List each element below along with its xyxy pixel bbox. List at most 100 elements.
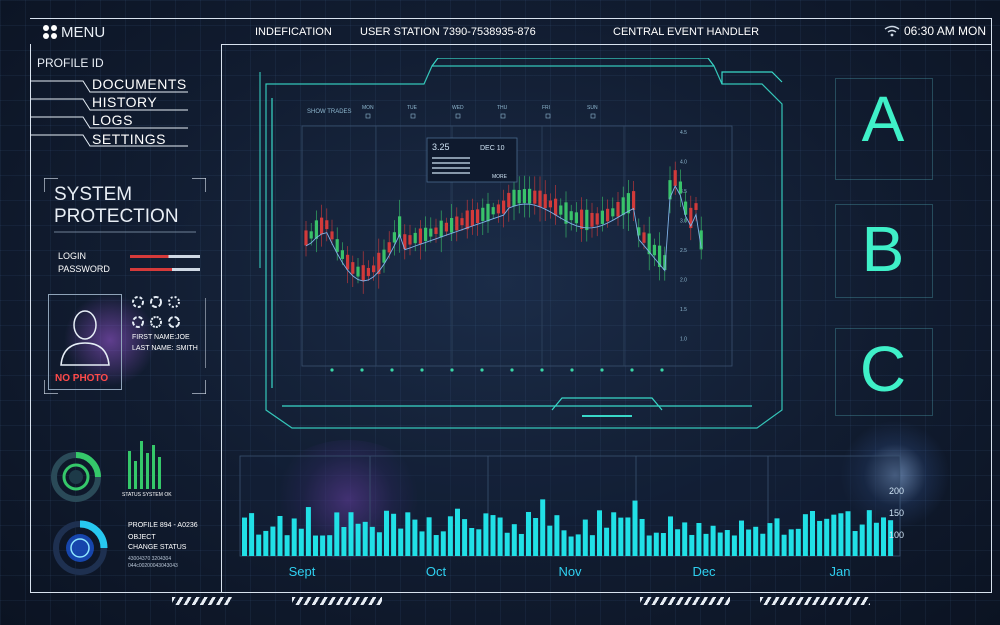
footer-stripe-2 bbox=[292, 597, 382, 605]
candle-body bbox=[434, 227, 438, 234]
right-frame-line bbox=[991, 18, 992, 592]
volume-bar bbox=[817, 520, 823, 556]
timeline-dot[interactable] bbox=[660, 368, 664, 372]
footer-line bbox=[30, 592, 992, 593]
volume-bar bbox=[717, 532, 723, 556]
volume-bar bbox=[483, 513, 489, 556]
candle-body bbox=[351, 262, 355, 274]
volume-bar bbox=[313, 535, 318, 556]
candle-body bbox=[668, 180, 672, 200]
volume-bar bbox=[462, 519, 468, 556]
day-checkbox[interactable] bbox=[500, 113, 506, 119]
volume-bar bbox=[348, 512, 354, 556]
y-tick-label: 2.0 bbox=[680, 278, 687, 284]
day-checkbox[interactable] bbox=[545, 113, 551, 119]
volume-bar bbox=[746, 529, 752, 556]
volume-bar bbox=[249, 513, 255, 556]
volume-bar bbox=[455, 508, 460, 556]
candle-body bbox=[569, 211, 573, 221]
volume-bar bbox=[866, 510, 872, 556]
candle-body bbox=[309, 231, 313, 239]
tooltip-box[interactable]: 3.25 DEC 10 MORE bbox=[426, 137, 518, 183]
volume-bar bbox=[291, 518, 297, 556]
candle-body bbox=[621, 197, 625, 216]
timeline-dot[interactable] bbox=[480, 368, 484, 372]
volume-bar bbox=[412, 519, 418, 556]
menu-button[interactable]: MENU bbox=[42, 22, 105, 42]
candle-body bbox=[455, 216, 459, 231]
letter-b: B bbox=[861, 213, 905, 285]
volume-bar bbox=[618, 517, 624, 556]
status-rings-icon bbox=[132, 296, 180, 328]
candle-body bbox=[694, 203, 698, 210]
volume-bar bbox=[263, 530, 269, 556]
y-tick-label: 1.5 bbox=[680, 307, 687, 313]
volume-bar bbox=[405, 512, 411, 556]
volume-bar bbox=[284, 535, 290, 556]
day-checkbox[interactable] bbox=[410, 113, 416, 119]
volume-bar bbox=[391, 513, 397, 556]
timeline-dot[interactable] bbox=[420, 368, 424, 372]
candle-body bbox=[314, 220, 318, 239]
timeline-dot[interactable] bbox=[390, 368, 394, 372]
volume-bar bbox=[653, 532, 659, 556]
candle-body bbox=[392, 232, 396, 243]
volume-bar bbox=[433, 535, 439, 556]
candle-body bbox=[611, 208, 615, 217]
candle-body bbox=[606, 208, 610, 222]
timeline-dot[interactable] bbox=[450, 368, 454, 372]
volume-bar bbox=[497, 517, 503, 556]
volume-bar bbox=[277, 515, 283, 556]
volume-bar bbox=[362, 521, 368, 556]
volume-bar bbox=[256, 534, 262, 556]
candle-body bbox=[528, 188, 532, 204]
status-gauge-blue bbox=[53, 520, 108, 575]
volume-bar bbox=[320, 535, 326, 556]
timeline-dot[interactable] bbox=[630, 368, 634, 372]
timeline-dot[interactable] bbox=[570, 368, 574, 372]
timeline-dot[interactable] bbox=[540, 368, 544, 372]
trading-chart: SHOW TRADES MON TUE WED THU FRI SUN 4.54.03.5… bbox=[259, 58, 783, 429]
day-label: MON bbox=[362, 105, 374, 111]
volume-bar bbox=[568, 536, 574, 556]
change-status-link[interactable]: CHANGE STATUS bbox=[128, 544, 186, 551]
login-field[interactable] bbox=[130, 255, 200, 258]
volume-bar bbox=[426, 517, 432, 556]
candle-body bbox=[632, 191, 636, 210]
login-label: LOGIN bbox=[58, 251, 87, 261]
volume-bar bbox=[767, 523, 773, 556]
volume-bar bbox=[810, 510, 815, 556]
volume-bar bbox=[504, 532, 510, 556]
volume-bar bbox=[327, 535, 333, 556]
volume-bar bbox=[646, 535, 652, 556]
volume-bar bbox=[575, 534, 581, 556]
volume-bar bbox=[795, 528, 801, 556]
volume-bar bbox=[696, 522, 702, 556]
volume-bar bbox=[554, 515, 560, 556]
candle-body bbox=[382, 249, 386, 263]
y-tick-label: 2.5 bbox=[680, 248, 687, 254]
clock-time: 06:30 AM MON bbox=[904, 24, 987, 38]
central-event-label: CENTRAL EVENT HANDLER bbox=[613, 26, 760, 38]
timeline-dot[interactable] bbox=[510, 368, 514, 372]
first-name-value: JOE bbox=[176, 334, 190, 341]
password-field[interactable] bbox=[130, 268, 200, 271]
candle-body bbox=[673, 170, 677, 186]
volume-bar bbox=[724, 530, 730, 556]
timeline-dot[interactable] bbox=[600, 368, 604, 372]
volume-chart: 200 150 100 Sept Oct Nov Dec Jan bbox=[239, 455, 904, 579]
protection-title-line2: PROTECTION bbox=[54, 206, 179, 227]
volume-bar bbox=[859, 524, 865, 556]
volume-bar bbox=[639, 518, 645, 556]
candle-body bbox=[600, 210, 604, 224]
volume-bar bbox=[540, 499, 546, 556]
candle-body bbox=[476, 209, 480, 224]
user-silhouette-icon bbox=[60, 310, 110, 366]
timeline-dot[interactable] bbox=[360, 368, 364, 372]
sidebar-divider bbox=[221, 44, 222, 592]
candle-body bbox=[439, 220, 443, 238]
day-checkbox[interactable] bbox=[365, 113, 371, 119]
timeline-dot[interactable] bbox=[330, 368, 334, 372]
day-checkbox[interactable] bbox=[455, 113, 461, 119]
day-checkbox[interactable] bbox=[590, 113, 596, 119]
